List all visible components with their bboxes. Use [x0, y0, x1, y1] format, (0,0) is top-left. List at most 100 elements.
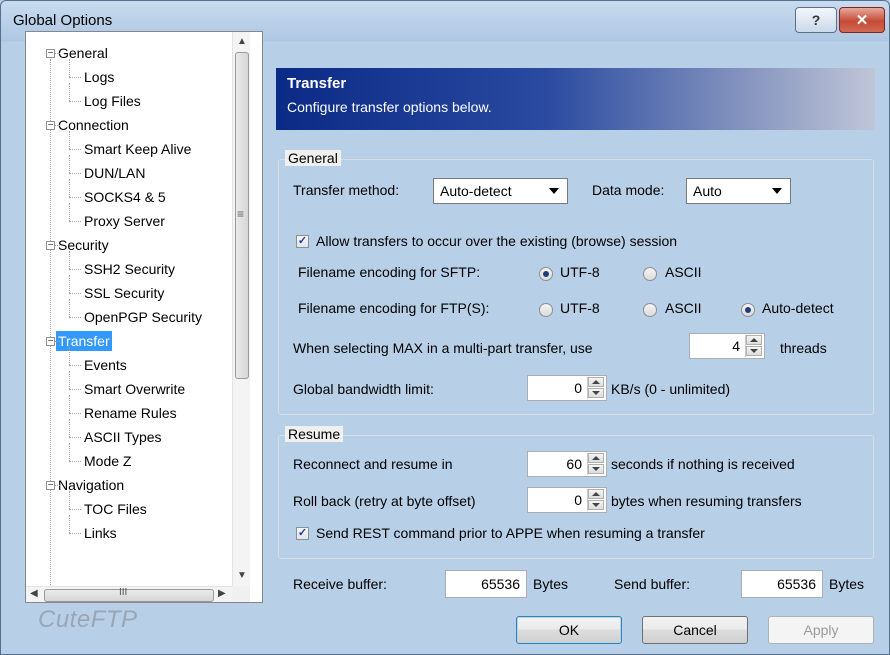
cancel-button[interactable]: Cancel	[642, 616, 748, 644]
tree-connector	[69, 515, 70, 533]
help-button[interactable]: ?	[795, 7, 837, 33]
tree-item-label: Events	[84, 357, 127, 373]
stepper-down-icon[interactable]	[588, 464, 604, 474]
close-button[interactable]: ✕	[839, 7, 885, 33]
send-rest-label[interactable]: Send REST command prior to APPE when res…	[316, 525, 705, 541]
tree-connector	[55, 485, 60, 486]
tree-horizontal-scrollbar[interactable]: ◀ III ▶	[26, 586, 232, 602]
stepper-up-icon[interactable]	[588, 453, 604, 463]
sftp-utf8-radio[interactable]	[539, 267, 553, 281]
sftp-encoding-label: Filename encoding for SFTP:	[298, 264, 481, 280]
scroll-left-icon[interactable]: ◀	[30, 588, 38, 599]
tree-connector	[69, 101, 81, 102]
tree-item-label: SOCKS4 & 5	[84, 189, 166, 205]
max-threads-stepper[interactable]: 4	[689, 333, 765, 359]
send-buffer-label: Send buffer:	[614, 576, 691, 592]
tree-item-label: SSH2 Security	[84, 261, 176, 277]
tree-item-label: Smart Keep Alive	[84, 141, 192, 157]
tree-connector	[69, 365, 81, 366]
bandwidth-unit-label: KB/s (0 - unlimited)	[611, 381, 731, 397]
reconnect-stepper[interactable]: 60	[527, 451, 607, 477]
page-subtitle: Configure transfer options below.	[287, 99, 492, 115]
transfer-method-select[interactable]: Auto-detect	[433, 178, 568, 204]
apply-button[interactable]: Apply	[768, 616, 874, 644]
stepper-up-icon[interactable]	[746, 335, 762, 345]
tree-connector	[69, 443, 70, 461]
send-rest-checkbox[interactable]: ✓	[296, 527, 309, 540]
tree-connector	[69, 197, 81, 198]
collapse-icon[interactable]: −	[46, 337, 55, 347]
tree-item-label: General	[58, 45, 108, 61]
receive-buffer-input[interactable]: 65536	[445, 570, 527, 598]
tree-connector	[69, 389, 81, 390]
ftps-utf8-label[interactable]: UTF-8	[560, 300, 600, 316]
collapse-icon[interactable]: −	[46, 49, 55, 59]
page-title: Transfer	[287, 75, 347, 92]
scroll-right-icon[interactable]: ▶	[218, 588, 226, 599]
stepper-down-icon[interactable]	[746, 346, 762, 356]
ftps-ascii-radio[interactable]	[643, 303, 657, 317]
rollback-stepper[interactable]: 0	[527, 487, 607, 513]
tree-item-label: Links	[84, 525, 117, 541]
tree-connector	[69, 83, 70, 101]
allow-existing-session-checkbox[interactable]: ✓	[296, 235, 309, 248]
reconnect-unit-label: seconds if nothing is received	[611, 456, 795, 472]
tree-connector	[69, 347, 70, 365]
stepper-down-icon[interactable]	[588, 500, 604, 510]
scroll-down-icon[interactable]: ▼	[237, 570, 247, 581]
ftps-ascii-label[interactable]: ASCII	[665, 300, 702, 316]
ftps-utf8-radio[interactable]	[539, 303, 553, 317]
ftps-auto-detect-label[interactable]: Auto-detect	[762, 300, 834, 316]
tree-item-label: Log Files	[84, 93, 141, 109]
max-threads-label: When selecting MAX in a multi-part trans…	[293, 340, 593, 356]
stepper-up-icon[interactable]	[588, 489, 604, 499]
collapse-icon[interactable]: −	[46, 121, 55, 131]
tree-scroll-thumb[interactable]: ≡	[235, 52, 249, 379]
tree-connector	[69, 131, 70, 149]
scroll-up-icon[interactable]: ▲	[237, 36, 247, 47]
tree-connector	[69, 251, 70, 269]
bandwidth-stepper[interactable]: 0	[527, 375, 607, 401]
tree-vertical-scrollbar[interactable]: ▲ ≡ ▼	[232, 32, 250, 586]
receive-buffer-unit: Bytes	[533, 576, 569, 592]
tree-item-label: SSL Security	[84, 285, 165, 301]
ftps-auto-detect-radio[interactable]	[741, 303, 755, 317]
tree-connector	[69, 269, 81, 270]
close-icon: ✕	[855, 12, 869, 29]
stepper-down-icon[interactable]	[588, 388, 604, 398]
ftps-encoding-label: Filename encoding for FTP(S):	[298, 300, 490, 316]
tree-item-label: Security	[58, 237, 109, 253]
tree-connector	[69, 293, 81, 294]
data-mode-select[interactable]: Auto	[686, 178, 791, 204]
tree-connector	[55, 53, 60, 54]
tree-item-label: Mode Z	[84, 453, 132, 469]
tree-connector	[69, 461, 81, 462]
collapse-icon[interactable]: −	[46, 481, 55, 491]
tree-item-label: Connection	[58, 117, 129, 133]
tree-item-label: DUN/LAN	[84, 165, 146, 181]
transfer-method-value: Auto-detect	[440, 183, 512, 199]
sftp-ascii-radio[interactable]	[643, 267, 657, 281]
collapse-icon[interactable]: −	[46, 241, 55, 251]
sftp-ascii-label[interactable]: ASCII	[665, 264, 702, 280]
receive-buffer-value: 65536	[481, 576, 520, 592]
tree-connector	[69, 533, 81, 534]
allow-existing-session-label[interactable]: Allow transfers to occur over the existi…	[316, 233, 677, 249]
options-tree[interactable]: General − Logs Log Files Connection − Smart Ke…	[25, 31, 263, 603]
transfer-method-label: Transfer method:	[293, 182, 400, 198]
tree-connector	[69, 413, 81, 414]
tree-connector	[69, 203, 70, 221]
tree-connector	[69, 317, 81, 318]
sftp-utf8-label[interactable]: UTF-8	[560, 264, 600, 280]
stepper-up-icon[interactable]	[588, 377, 604, 387]
tree-connector	[69, 59, 70, 77]
tree-hscroll-thumb[interactable]: III	[44, 587, 214, 602]
tree-connector	[69, 419, 70, 437]
chevron-down-icon	[772, 188, 782, 194]
bandwidth-value: 0	[574, 380, 582, 396]
ok-button[interactable]: OK	[516, 616, 622, 644]
tree-item-label: TOC Files	[84, 501, 147, 517]
rollback-label: Roll back (retry at byte offset)	[293, 493, 476, 509]
help-icon: ?	[811, 12, 821, 28]
send-buffer-input[interactable]: 65536	[741, 570, 823, 598]
